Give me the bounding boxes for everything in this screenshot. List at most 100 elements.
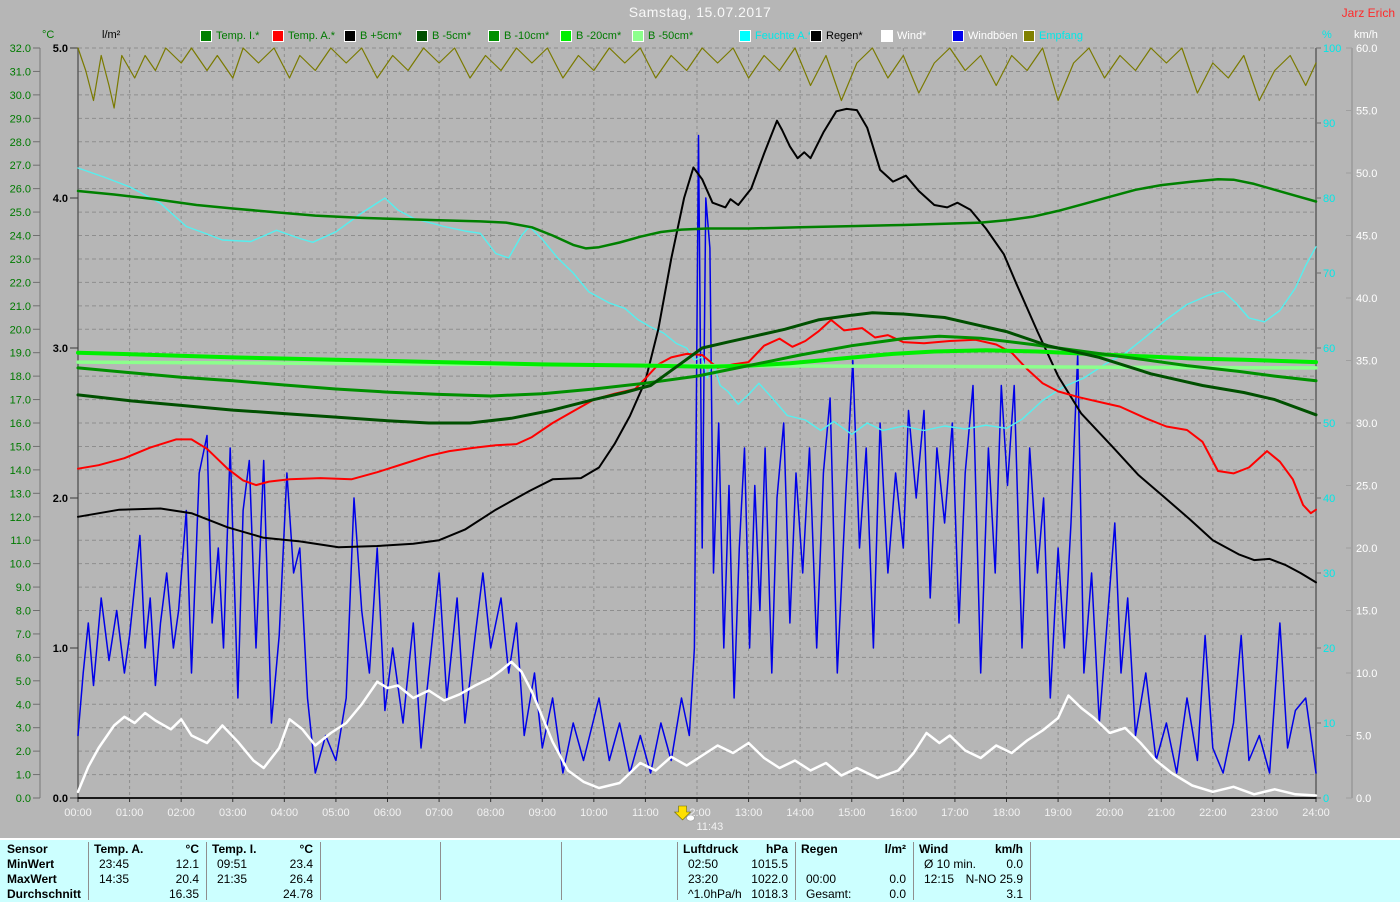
table-column-empty-8 bbox=[1030, 842, 1400, 902]
table-cell bbox=[670, 857, 677, 872]
table-cell bbox=[433, 872, 440, 887]
legend-swatch-regen bbox=[810, 30, 822, 42]
table-row bbox=[795, 857, 913, 872]
right-axis-unit-humidity: % bbox=[1322, 29, 1332, 41]
celsius-tick-label: 17.0 bbox=[10, 395, 31, 407]
table-cell: 1015.5 bbox=[751, 857, 795, 872]
table-row bbox=[440, 857, 561, 872]
left-axis-unit-rain: l/m² bbox=[102, 29, 120, 41]
hour-label: 16:00 bbox=[890, 807, 918, 819]
kmh-tick-label: 40.0 bbox=[1356, 293, 1377, 305]
legend-item-b-5cm: B +5cm* bbox=[344, 29, 402, 42]
table-cell: ^1.0hPa/h bbox=[677, 887, 742, 902]
rain-tick-label: 4.0 bbox=[53, 193, 68, 205]
hour-label: 22:00 bbox=[1199, 807, 1227, 819]
table-row-label: MinWert bbox=[0, 857, 88, 872]
legend-item-temp-a: Temp. A.* bbox=[272, 29, 335, 42]
celsius-tick-label: 32.0 bbox=[10, 43, 31, 55]
table-cell bbox=[1030, 887, 1041, 902]
table-cell: 00:00 bbox=[795, 872, 836, 887]
table-cell bbox=[88, 887, 99, 902]
celsius-tick-label: 29.0 bbox=[10, 113, 31, 125]
rain-tick-label: 2.0 bbox=[53, 493, 68, 505]
celsius-tick-label: 28.0 bbox=[10, 137, 31, 149]
table-cell: Temp. A. bbox=[88, 842, 143, 857]
table-row: Ø 10 min.0.0 bbox=[913, 857, 1030, 872]
table-row: 23:201022.0 bbox=[677, 872, 795, 887]
celsius-tick-label: 0.0 bbox=[16, 793, 31, 805]
watermark-author: Jarz Erich bbox=[1342, 6, 1395, 20]
table-row: 3.1 bbox=[913, 887, 1030, 902]
table-cell: °C bbox=[300, 842, 320, 857]
table-row-label: Sensor bbox=[0, 842, 88, 857]
table-row bbox=[320, 842, 440, 857]
celsius-tick-label: 3.0 bbox=[16, 723, 31, 735]
table-cell: 3.1 bbox=[1006, 887, 1030, 902]
left-axis-unit-celsius: °C bbox=[42, 29, 54, 41]
celsius-tick-label: 13.0 bbox=[10, 488, 31, 500]
kmh-tick-label: 50.0 bbox=[1356, 168, 1377, 180]
legend-swatch-b-20cm bbox=[560, 30, 572, 42]
celsius-tick-label: 20.0 bbox=[10, 324, 31, 336]
table-cell bbox=[795, 857, 806, 872]
table-divider bbox=[320, 842, 321, 900]
legend-label: Temp. I.* bbox=[216, 30, 259, 42]
humidity-tick-label: 60 bbox=[1323, 343, 1335, 355]
hour-label: 09:00 bbox=[528, 807, 556, 819]
table-row bbox=[320, 857, 440, 872]
table-column-temp-a: Temp. A.°C23:4512.114:3520.416.35 bbox=[88, 842, 206, 902]
table-row: Regenl/m² bbox=[795, 842, 913, 857]
legend-swatch-temp-a bbox=[272, 30, 284, 42]
hour-label: 23:00 bbox=[1251, 807, 1279, 819]
table-row bbox=[1030, 872, 1400, 887]
table-cell bbox=[913, 887, 924, 902]
legend-swatch-b-5cm bbox=[344, 30, 356, 42]
table-divider bbox=[913, 842, 914, 900]
table-cell: Gesamt: bbox=[795, 887, 851, 902]
celsius-tick-label: 4.0 bbox=[16, 699, 31, 711]
legend-swatch-b-10cm bbox=[488, 30, 500, 42]
table-cell bbox=[670, 887, 677, 902]
kmh-tick-label: 35.0 bbox=[1356, 356, 1377, 368]
table-bottom-strip bbox=[0, 902, 1400, 907]
table-divider bbox=[1030, 842, 1031, 900]
kmh-tick-label: 5.0 bbox=[1356, 731, 1371, 743]
hour-label: 17:00 bbox=[941, 807, 969, 819]
table-row: Temp. I.°C bbox=[206, 842, 320, 857]
table-cell: Luftdruck bbox=[677, 842, 738, 857]
table-cell: hPa bbox=[766, 842, 795, 857]
legend-item-windb-en: Windböen bbox=[952, 29, 1018, 42]
celsius-tick-label: 30.0 bbox=[10, 90, 31, 102]
legend-swatch-empfang bbox=[1023, 30, 1035, 42]
legend-swatch-wind bbox=[881, 30, 893, 42]
table-cell bbox=[561, 887, 572, 902]
table-label-column: SensorMinWertMaxWertDurchschnitt bbox=[0, 842, 88, 902]
legend-swatch-feuchte-a bbox=[739, 30, 751, 42]
table-column-temp-i: Temp. I.°C09:5123.421:3526.424.78 bbox=[206, 842, 320, 902]
hour-label: 11:00 bbox=[632, 807, 659, 819]
kmh-tick-label: 25.0 bbox=[1356, 481, 1377, 493]
weather-station-window: 0.01.02.03.04.05.06.07.08.09.010.011.012… bbox=[0, 0, 1400, 907]
table-cell: 0.0 bbox=[889, 887, 913, 902]
rain-tick-label: 1.0 bbox=[53, 643, 68, 655]
celsius-tick-label: 16.0 bbox=[10, 418, 31, 430]
hour-label: 18:00 bbox=[993, 807, 1021, 819]
table-cell: 0.0 bbox=[1006, 857, 1030, 872]
table-divider bbox=[206, 842, 207, 900]
table-row: 21:3526.4 bbox=[206, 872, 320, 887]
legend-swatch-b-50cm bbox=[632, 30, 644, 42]
hour-label: 21:00 bbox=[1147, 807, 1175, 819]
sun-marker-time: 11:43 bbox=[697, 821, 724, 833]
celsius-tick-label: 12.0 bbox=[10, 512, 31, 524]
celsius-tick-label: 14.0 bbox=[10, 465, 31, 477]
humidity-tick-label: 70 bbox=[1323, 268, 1335, 280]
table-row: Luftdruck hPa bbox=[677, 842, 795, 857]
table-row: 12:15N-NO 25.9 bbox=[913, 872, 1030, 887]
table-cell bbox=[440, 857, 451, 872]
celsius-tick-label: 11.0 bbox=[10, 535, 31, 547]
table-divider bbox=[677, 842, 678, 900]
table-cell bbox=[554, 872, 561, 887]
table-cell bbox=[320, 887, 331, 902]
legend-label: Feuchte A.* bbox=[755, 30, 812, 42]
table-row bbox=[561, 857, 677, 872]
